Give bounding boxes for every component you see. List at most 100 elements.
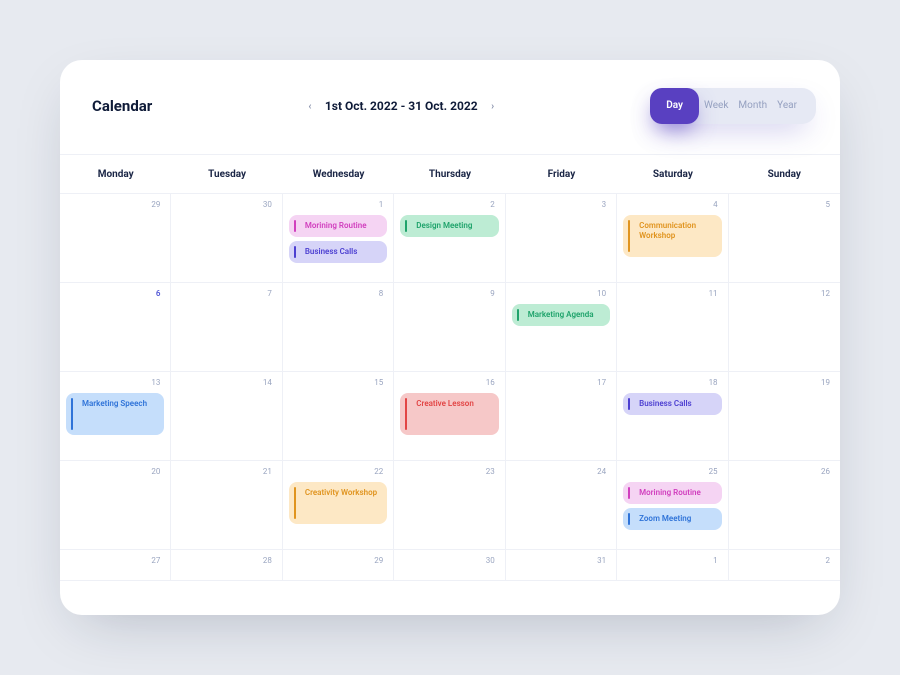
day-number: 2 xyxy=(398,200,500,213)
day-cell[interactable]: 28 xyxy=(171,550,282,580)
day-cell[interactable]: 20 xyxy=(60,461,171,549)
day-number: 22 xyxy=(287,467,389,480)
calendar-window: Calendar ‹ 1st Oct. 2022 - 31 Oct. 2022 … xyxy=(60,60,840,615)
day-number: 8 xyxy=(287,289,389,302)
day-cell[interactable]: 31 xyxy=(506,550,617,580)
day-cell[interactable]: 26 xyxy=(729,461,840,549)
week-row: 13 Marketing Speech 14 15 16 Creative Le… xyxy=(60,372,840,461)
day-cell[interactable]: 15 xyxy=(283,372,394,460)
day-number: 26 xyxy=(733,467,836,480)
day-cell[interactable]: 1 Morining Routine Business Calls xyxy=(283,194,394,282)
day-cell[interactable]: 23 xyxy=(394,461,505,549)
date-range-label: 1st Oct. 2022 - 31 Oct. 2022 xyxy=(325,99,478,113)
chevron-left-icon[interactable]: ‹ xyxy=(303,99,317,113)
day-number: 5 xyxy=(733,200,836,213)
day-cell[interactable]: 30 xyxy=(171,194,282,282)
event-business-calls-2[interactable]: Business Calls xyxy=(623,393,721,415)
day-cell[interactable]: 29 xyxy=(60,194,171,282)
calendar-header: Calendar ‹ 1st Oct. 2022 - 31 Oct. 2022 … xyxy=(60,88,840,124)
day-cell[interactable]: 13 Marketing Speech xyxy=(60,372,171,460)
week-row: 29 30 1 Morining Routine Business Calls … xyxy=(60,194,840,283)
day-cell[interactable]: 19 xyxy=(729,372,840,460)
day-number: 29 xyxy=(287,556,389,569)
event-communication-workshop[interactable]: Communication Workshop xyxy=(623,215,721,257)
event-creativity-workshop[interactable]: Creativity Workshop xyxy=(289,482,387,524)
day-number: 21 xyxy=(175,467,277,480)
day-cell[interactable]: 9 xyxy=(394,283,505,371)
weekday-header: Thursday xyxy=(394,155,505,193)
event-marketing-speech[interactable]: Marketing Speech xyxy=(66,393,164,435)
day-cell[interactable]: 4 Communication Workshop xyxy=(617,194,728,282)
view-toggle: Day Week Month Year xyxy=(650,88,816,124)
day-number: 11 xyxy=(621,289,723,302)
day-cell[interactable]: 11 xyxy=(617,283,728,371)
day-number: 20 xyxy=(64,467,166,480)
day-cell[interactable]: 10 Marketing Agenda xyxy=(506,283,617,371)
event-morning-routine-2[interactable]: Morining Routine xyxy=(623,482,721,504)
day-number: 29 xyxy=(64,200,166,213)
view-month-button[interactable]: Month xyxy=(733,88,772,124)
day-cell[interactable]: 17 xyxy=(506,372,617,460)
day-number: 30 xyxy=(175,200,277,213)
weekday-header: Tuesday xyxy=(171,155,282,193)
weekday-header: Saturday xyxy=(617,155,728,193)
day-cell[interactable]: 12 xyxy=(729,283,840,371)
day-number: 1 xyxy=(287,200,389,213)
day-number: 15 xyxy=(287,378,389,391)
day-number: 14 xyxy=(175,378,277,391)
day-cell[interactable]: 2 Design Meeting xyxy=(394,194,505,282)
day-cell[interactable]: 16 Creative Lesson xyxy=(394,372,505,460)
weekday-header: Monday xyxy=(60,155,171,193)
day-number: 18 xyxy=(621,378,723,391)
day-number: 4 xyxy=(621,200,723,213)
day-number: 1 xyxy=(621,556,723,569)
day-cell[interactable]: 21 xyxy=(171,461,282,549)
day-cell[interactable]: 29 xyxy=(283,550,394,580)
chevron-right-icon[interactable]: › xyxy=(486,99,500,113)
view-year-button[interactable]: Year xyxy=(772,88,802,124)
view-week-button[interactable]: Week xyxy=(699,88,733,124)
day-cell[interactable]: 25 Morining Routine Zoom Meeting xyxy=(617,461,728,549)
week-row: 27 28 29 30 31 1 2 xyxy=(60,550,840,581)
day-number: 6 xyxy=(64,289,166,302)
day-cell[interactable]: 6 xyxy=(60,283,171,371)
event-zoom-meeting[interactable]: Zoom Meeting xyxy=(623,508,721,530)
day-number: 28 xyxy=(175,556,277,569)
view-day-button[interactable]: Day xyxy=(650,88,699,124)
event-creative-lesson[interactable]: Creative Lesson xyxy=(400,393,498,435)
day-cell[interactable]: 30 xyxy=(394,550,505,580)
day-number: 19 xyxy=(733,378,836,391)
day-cell[interactable]: 22 Creativity Workshop xyxy=(283,461,394,549)
day-number: 25 xyxy=(621,467,723,480)
day-cell[interactable]: 1 xyxy=(617,550,728,580)
day-cell[interactable]: 2 xyxy=(729,550,840,580)
day-number: 30 xyxy=(398,556,500,569)
week-row: 20 21 22 Creativity Workshop 23 24 25 Mo… xyxy=(60,461,840,550)
day-cell[interactable]: 27 xyxy=(60,550,171,580)
day-number: 13 xyxy=(64,378,166,391)
day-cell[interactable]: 14 xyxy=(171,372,282,460)
day-cell[interactable]: 7 xyxy=(171,283,282,371)
date-range-picker[interactable]: ‹ 1st Oct. 2022 - 31 Oct. 2022 › xyxy=(303,99,500,113)
day-number: 9 xyxy=(398,289,500,302)
day-cell[interactable]: 5 xyxy=(729,194,840,282)
day-number: 24 xyxy=(510,467,612,480)
day-number: 7 xyxy=(175,289,277,302)
day-cell[interactable]: 18 Business Calls xyxy=(617,372,728,460)
day-number: 16 xyxy=(398,378,500,391)
day-number: 23 xyxy=(398,467,500,480)
week-row: 6 7 8 9 10 Marketing Agenda 11 12 xyxy=(60,283,840,372)
event-marketing-agenda[interactable]: Marketing Agenda xyxy=(512,304,610,326)
day-number: 3 xyxy=(510,200,612,213)
event-business-calls[interactable]: Business Calls xyxy=(289,241,387,263)
event-morning-routine[interactable]: Morining Routine xyxy=(289,215,387,237)
day-cell[interactable]: 3 xyxy=(506,194,617,282)
day-number: 2 xyxy=(733,556,836,569)
event-design-meeting[interactable]: Design Meeting xyxy=(400,215,498,237)
day-cell[interactable]: 8 xyxy=(283,283,394,371)
day-number: 27 xyxy=(64,556,166,569)
day-cell[interactable]: 24 xyxy=(506,461,617,549)
weekday-header: Friday xyxy=(506,155,617,193)
page-title: Calendar xyxy=(92,97,152,115)
weekday-header: Sunday xyxy=(729,155,840,193)
